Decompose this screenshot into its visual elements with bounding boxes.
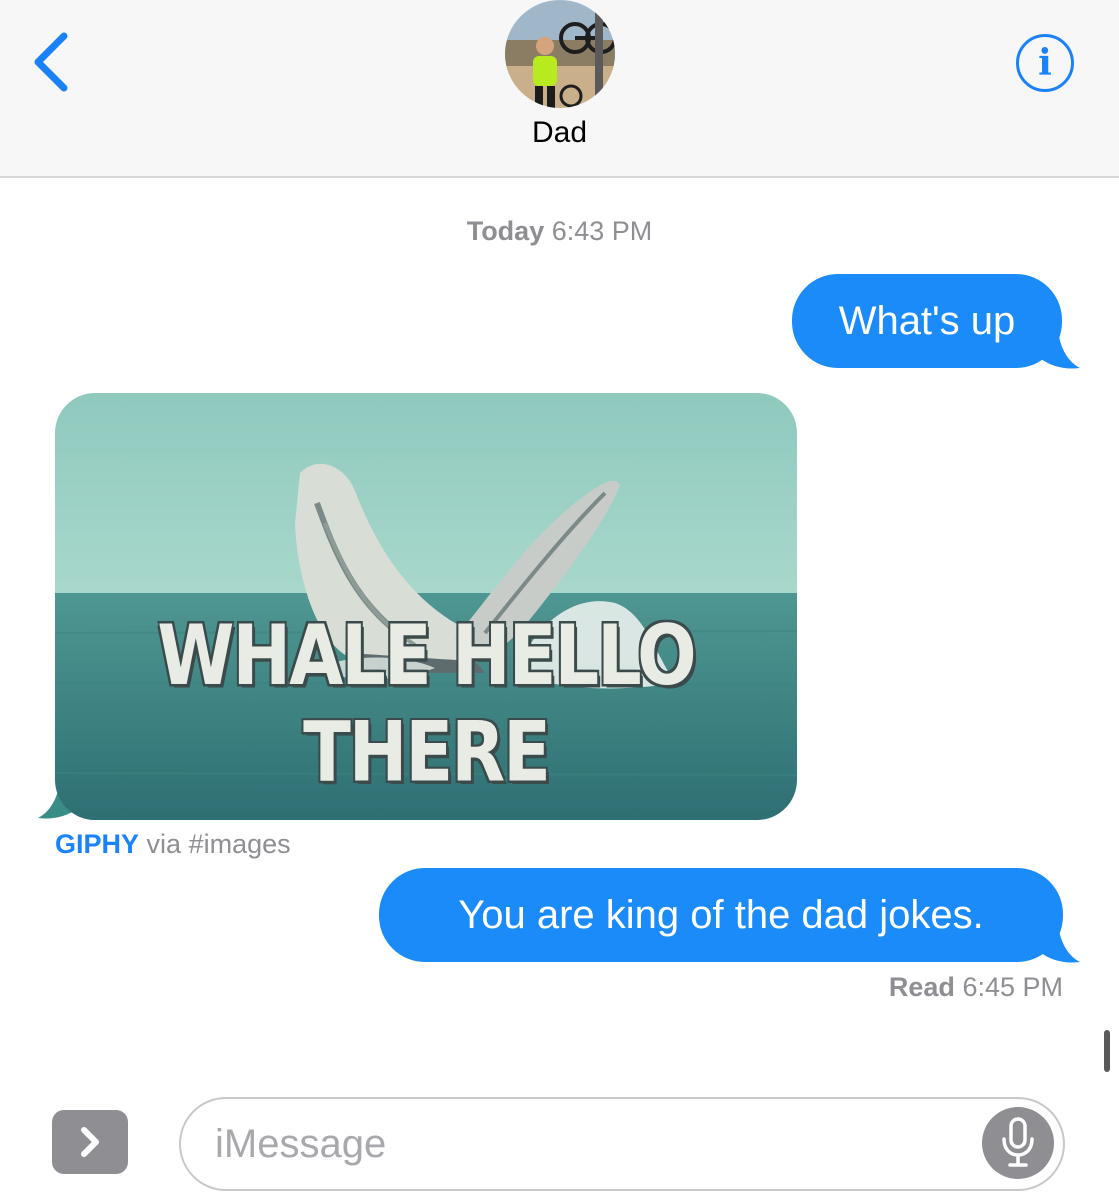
date-time: 6:43 PM: [551, 216, 653, 246]
message-text: You are king of the dad jokes.: [458, 892, 984, 937]
chevron-right-icon: [81, 1127, 99, 1157]
chevron-left-icon: [34, 32, 68, 92]
contact-avatar[interactable]: [505, 0, 615, 108]
gif-message[interactable]: WHALE HELLO THERE: [55, 393, 797, 820]
scroll-indicator[interactable]: [1104, 1030, 1110, 1072]
read-receipt: Read 6:45 PM: [889, 972, 1063, 1003]
conversation-timestamp: Today 6:43 PM: [0, 216, 1119, 247]
read-label: Read: [888, 972, 955, 1002]
gif-source-app-link[interactable]: GIPHY: [55, 829, 139, 859]
conversation-header: Dad i: [0, 0, 1119, 178]
gif-caption: WHALE HELLO THERE: [157, 607, 696, 801]
message-bubble-sent[interactable]: You are king of the dad jokes.: [379, 868, 1063, 962]
info-icon: i: [1038, 42, 1052, 84]
messages-screen: Dad i Today 6:43 PM What's up WHALE HELL…: [0, 0, 1119, 1200]
date-label: Today: [466, 216, 545, 246]
message-input-container[interactable]: [179, 1097, 1065, 1191]
read-time: 6:45 PM: [962, 972, 1063, 1002]
message-text: What's up: [838, 298, 1016, 343]
apps-button[interactable]: [52, 1110, 128, 1174]
microphone-icon: [1002, 1117, 1034, 1167]
message-bubble-sent[interactable]: What's up: [792, 274, 1062, 368]
back-button[interactable]: [28, 28, 78, 98]
gif-source: GIPHY via #images: [55, 829, 291, 860]
gif-source-suffix: via #images: [146, 829, 291, 859]
message-input[interactable]: [215, 1113, 975, 1175]
info-button[interactable]: i: [1016, 34, 1074, 92]
microphone-button[interactable]: [982, 1107, 1054, 1179]
contact-name[interactable]: Dad: [0, 116, 1119, 150]
